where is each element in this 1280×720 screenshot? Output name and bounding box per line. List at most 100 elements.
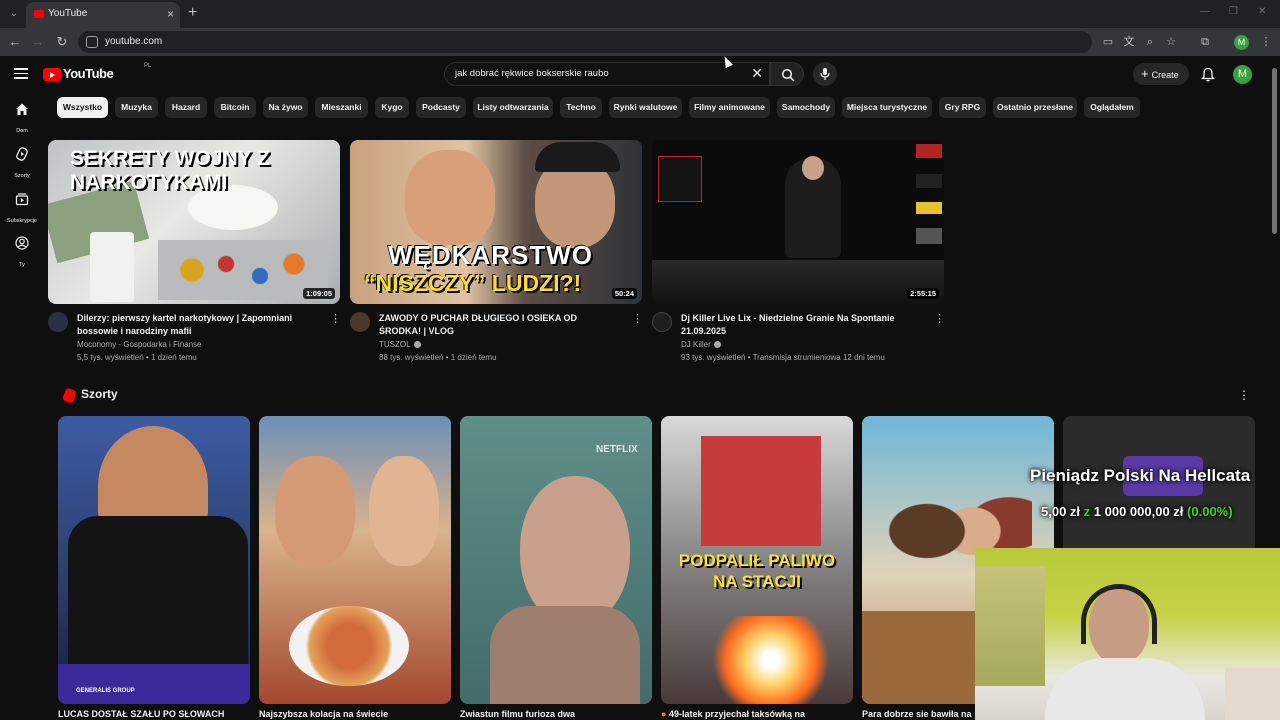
chip-animated-films[interactable]: Filmy animowane [689,97,770,118]
chip-gambling[interactable]: Hazard [165,97,207,118]
chip-forex[interactable]: Rynki walutowe [609,97,682,118]
notifications-button[interactable] [1200,67,1216,87]
address-bar[interactable]: youtube.com [78,31,1092,53]
more-actions-icon[interactable]: ⋮ [330,312,341,325]
video-thumbnail[interactable]: 2:55:15 [652,140,944,304]
channel-name[interactable]: TUSZOL [379,340,411,349]
channel-avatar[interactable] [350,312,370,332]
close-window-button[interactable]: ✕ [1258,6,1266,17]
sidebar-item-subscriptions[interactable]: Subskrypcje [0,192,44,227]
video-meta: 88 tys. wyświetleń • 1 dzień temu [379,353,497,362]
account-avatar[interactable]: M [1233,65,1252,84]
create-button[interactable]: + Create [1133,63,1189,85]
tab-title: YouTube [48,8,88,19]
clear-search-icon[interactable]: ✕ [751,65,763,82]
more-actions-icon[interactable]: ⋮ [934,312,945,325]
tab-search-button[interactable]: ⌄ [6,6,22,22]
short-title[interactable]: 49-latek przyjechał taksówką na [669,709,805,719]
chip-techno[interactable]: Techno [560,97,602,118]
chip-podcasts[interactable]: Podcasty [416,97,466,118]
sidebar-label: Subskrypcje [7,218,37,224]
sidebar-item-home[interactable]: Dom [0,102,44,137]
chip-rpg-games[interactable]: Gry RPG [939,97,986,118]
channel-avatar[interactable] [48,312,68,332]
menu-icon[interactable] [14,68,28,79]
cast-icon[interactable]: ▭ [1101,35,1115,49]
bookmark-star-icon[interactable]: ☆ [1164,35,1178,49]
browser-tab[interactable]: YouTube × [26,2,180,28]
short-thumbnail[interactable] [259,416,451,704]
channel-avatar[interactable] [652,312,672,332]
plus-icon: + [1141,66,1149,81]
thumbnail-bottom-text: “NISZCZY” LUDZI?! [364,270,582,296]
short-thumbnail[interactable]: PODPALIŁ PALIWO NA STACJI [661,416,853,704]
shorts-more-icon[interactable]: ⋮ [1238,388,1250,402]
video-duration: 50:24 [611,288,637,299]
webcam-window [975,566,1045,686]
video-meta: 5,5 tys. wyświetleń • 1 dzień temu [77,353,197,362]
video-duration: 1:09:05 [303,288,335,299]
short-title[interactable]: Para dobrze sie bawiła na w [862,709,974,719]
maximize-button[interactable]: ❐ [1229,6,1238,17]
short-thumbnail[interactable]: NETFLIX [460,416,652,704]
youtube-header: YouTube PL jak dobrać rękwice bokserskie… [0,56,1270,94]
video-thumbnail[interactable]: WĘDKARSTWO “NISZCZY” LUDZI?! 50:24 [350,140,642,304]
short-crowd [68,516,248,666]
page-scrollbar[interactable] [1272,68,1277,234]
you-icon [15,236,29,250]
verified-icon [413,341,421,349]
sidebar-item-shorts[interactable]: Szorty [0,147,44,182]
country-code: PL [144,63,152,69]
streamer-webcam [975,548,1280,720]
zoom-icon[interactable]: ⌕ [1143,35,1157,49]
chip-mixes[interactable]: Mieszanki [315,97,368,118]
short-title[interactable]: Zwiastun filmu furioza dwa [460,709,652,719]
more-actions-icon[interactable]: ⋮ [632,312,643,325]
site-info-icon[interactable] [86,36,98,48]
new-tab-button[interactable]: + [188,4,197,22]
video-title[interactable]: ZAWODY O PUCHAR DŁUGIEGO I OSIEKA OD ŚRO… [379,312,619,337]
chip-all[interactable]: Wszystko [57,97,108,118]
translate-icon[interactable]: 文 [1122,35,1136,49]
channel-name[interactable]: Moconomy - Gospodarka i Finanse [77,340,202,349]
tab-close-icon[interactable]: × [167,7,174,21]
back-button[interactable]: ← [7,34,23,49]
reload-button[interactable]: ↻ [54,34,70,50]
extensions-icon[interactable]: ⧉ [1198,35,1212,49]
chip-recently-uploaded[interactable]: Ostatnio przesłane [993,97,1077,118]
voice-search-button[interactable] [813,62,837,86]
goal-current: 5,00 zł [1041,504,1081,519]
sidebar-item-you[interactable]: Ty [0,236,44,271]
short-woman [369,456,439,566]
sidebar-label: Szorty [14,173,30,179]
short-title[interactable]: LUCAS DOSTAŁ SZAŁU PO SŁOWACH [58,709,250,719]
short-station [701,436,821,546]
chip-bitcoin[interactable]: Bitcoin [214,97,256,118]
thumbnail-person-left [405,150,495,245]
chip-playlists[interactable]: Listy odtwarzania [473,97,553,118]
browser-toolbar: ← → ↻ youtube.com ▭ 文 ⌕ ☆ ⧉ ⋮ [0,28,1280,56]
channel-name[interactable]: DJ Killer [681,340,711,349]
search-input[interactable]: jak dobrać rękwice bokserskie raubo ✕ [444,62,770,86]
video-thumbnail[interactable]: SEKRETY WOJNY Z NARKOTYKAMI 1:09:05 [48,140,340,304]
chip-watched[interactable]: Oglądałem [1084,97,1140,118]
video-title[interactable]: Dj Killer Live Lix - Niedzielne Granie N… [681,312,921,337]
browser-menu-icon[interactable]: ⋮ [1259,35,1273,49]
video-title[interactable]: Dilerzy: pierwszy kartel narkotykowy | Z… [77,312,317,337]
thumbnail-title-text: SEKRETY WOJNY Z NARKOTYKAMI [70,147,270,194]
chip-cars[interactable]: Samochody [777,97,835,118]
minimize-button[interactable]: — [1200,6,1210,17]
browser-profile-avatar[interactable]: M [1234,35,1249,50]
microphone-icon [820,68,830,80]
search-button[interactable] [770,62,804,86]
short-title[interactable]: Najszybsza kolacja na świecie [259,709,451,719]
chip-music[interactable]: Muzyka [115,97,158,118]
chip-tourist-places[interactable]: Miejsca turystyczne [842,97,932,118]
forward-button[interactable]: → [30,34,46,49]
short-overlay-text: GENERALIS GROUP [76,688,135,694]
short-thumbnail[interactable]: GENERALIS GROUP [58,416,250,704]
shorts-icon [16,147,28,161]
chip-kygo[interactable]: Kygo [375,97,409,118]
thumbnail-cap [535,142,620,172]
chip-live[interactable]: Na żywo [263,97,308,118]
